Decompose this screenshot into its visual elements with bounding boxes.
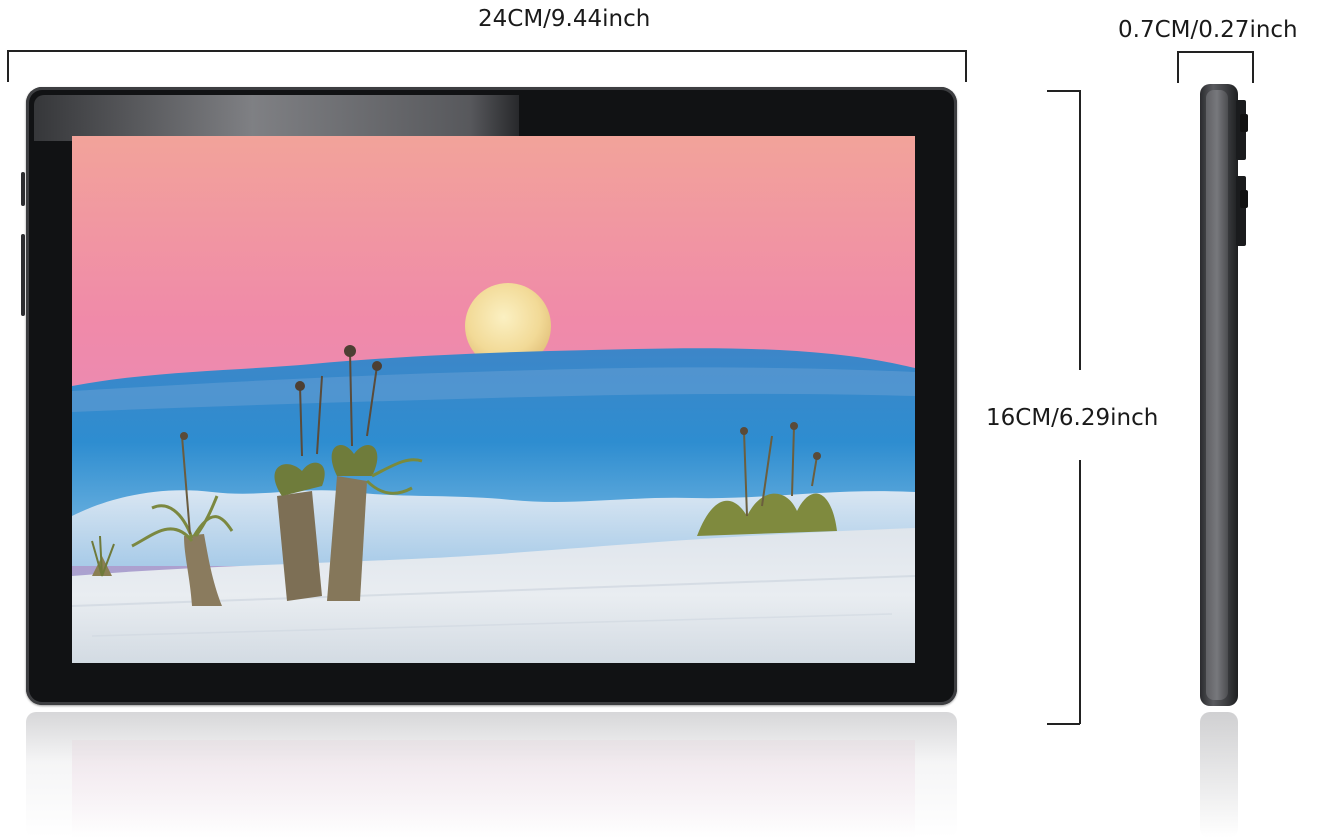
- tablet-side-profile: [1200, 84, 1238, 706]
- side-reflection: [1200, 712, 1238, 838]
- depth-dimension-label: 0.7CM/0.27inch: [1118, 17, 1298, 43]
- bezel-glare: [34, 95, 519, 141]
- volume-button: [21, 234, 25, 316]
- tablet-screen-wallpaper: [72, 136, 915, 663]
- power-key-icon: [1236, 176, 1246, 246]
- tablet-side-face: [1206, 90, 1228, 700]
- height-dimension-label: 16CM/6.29inch: [986, 405, 1159, 431]
- key-notch: [1240, 114, 1248, 132]
- width-dimension-label: 24CM/9.44inch: [478, 6, 651, 32]
- desert-moon-landscape: [72, 136, 915, 663]
- power-button: [21, 172, 25, 206]
- screen-reflection: [72, 740, 915, 838]
- key-notch: [1240, 190, 1248, 208]
